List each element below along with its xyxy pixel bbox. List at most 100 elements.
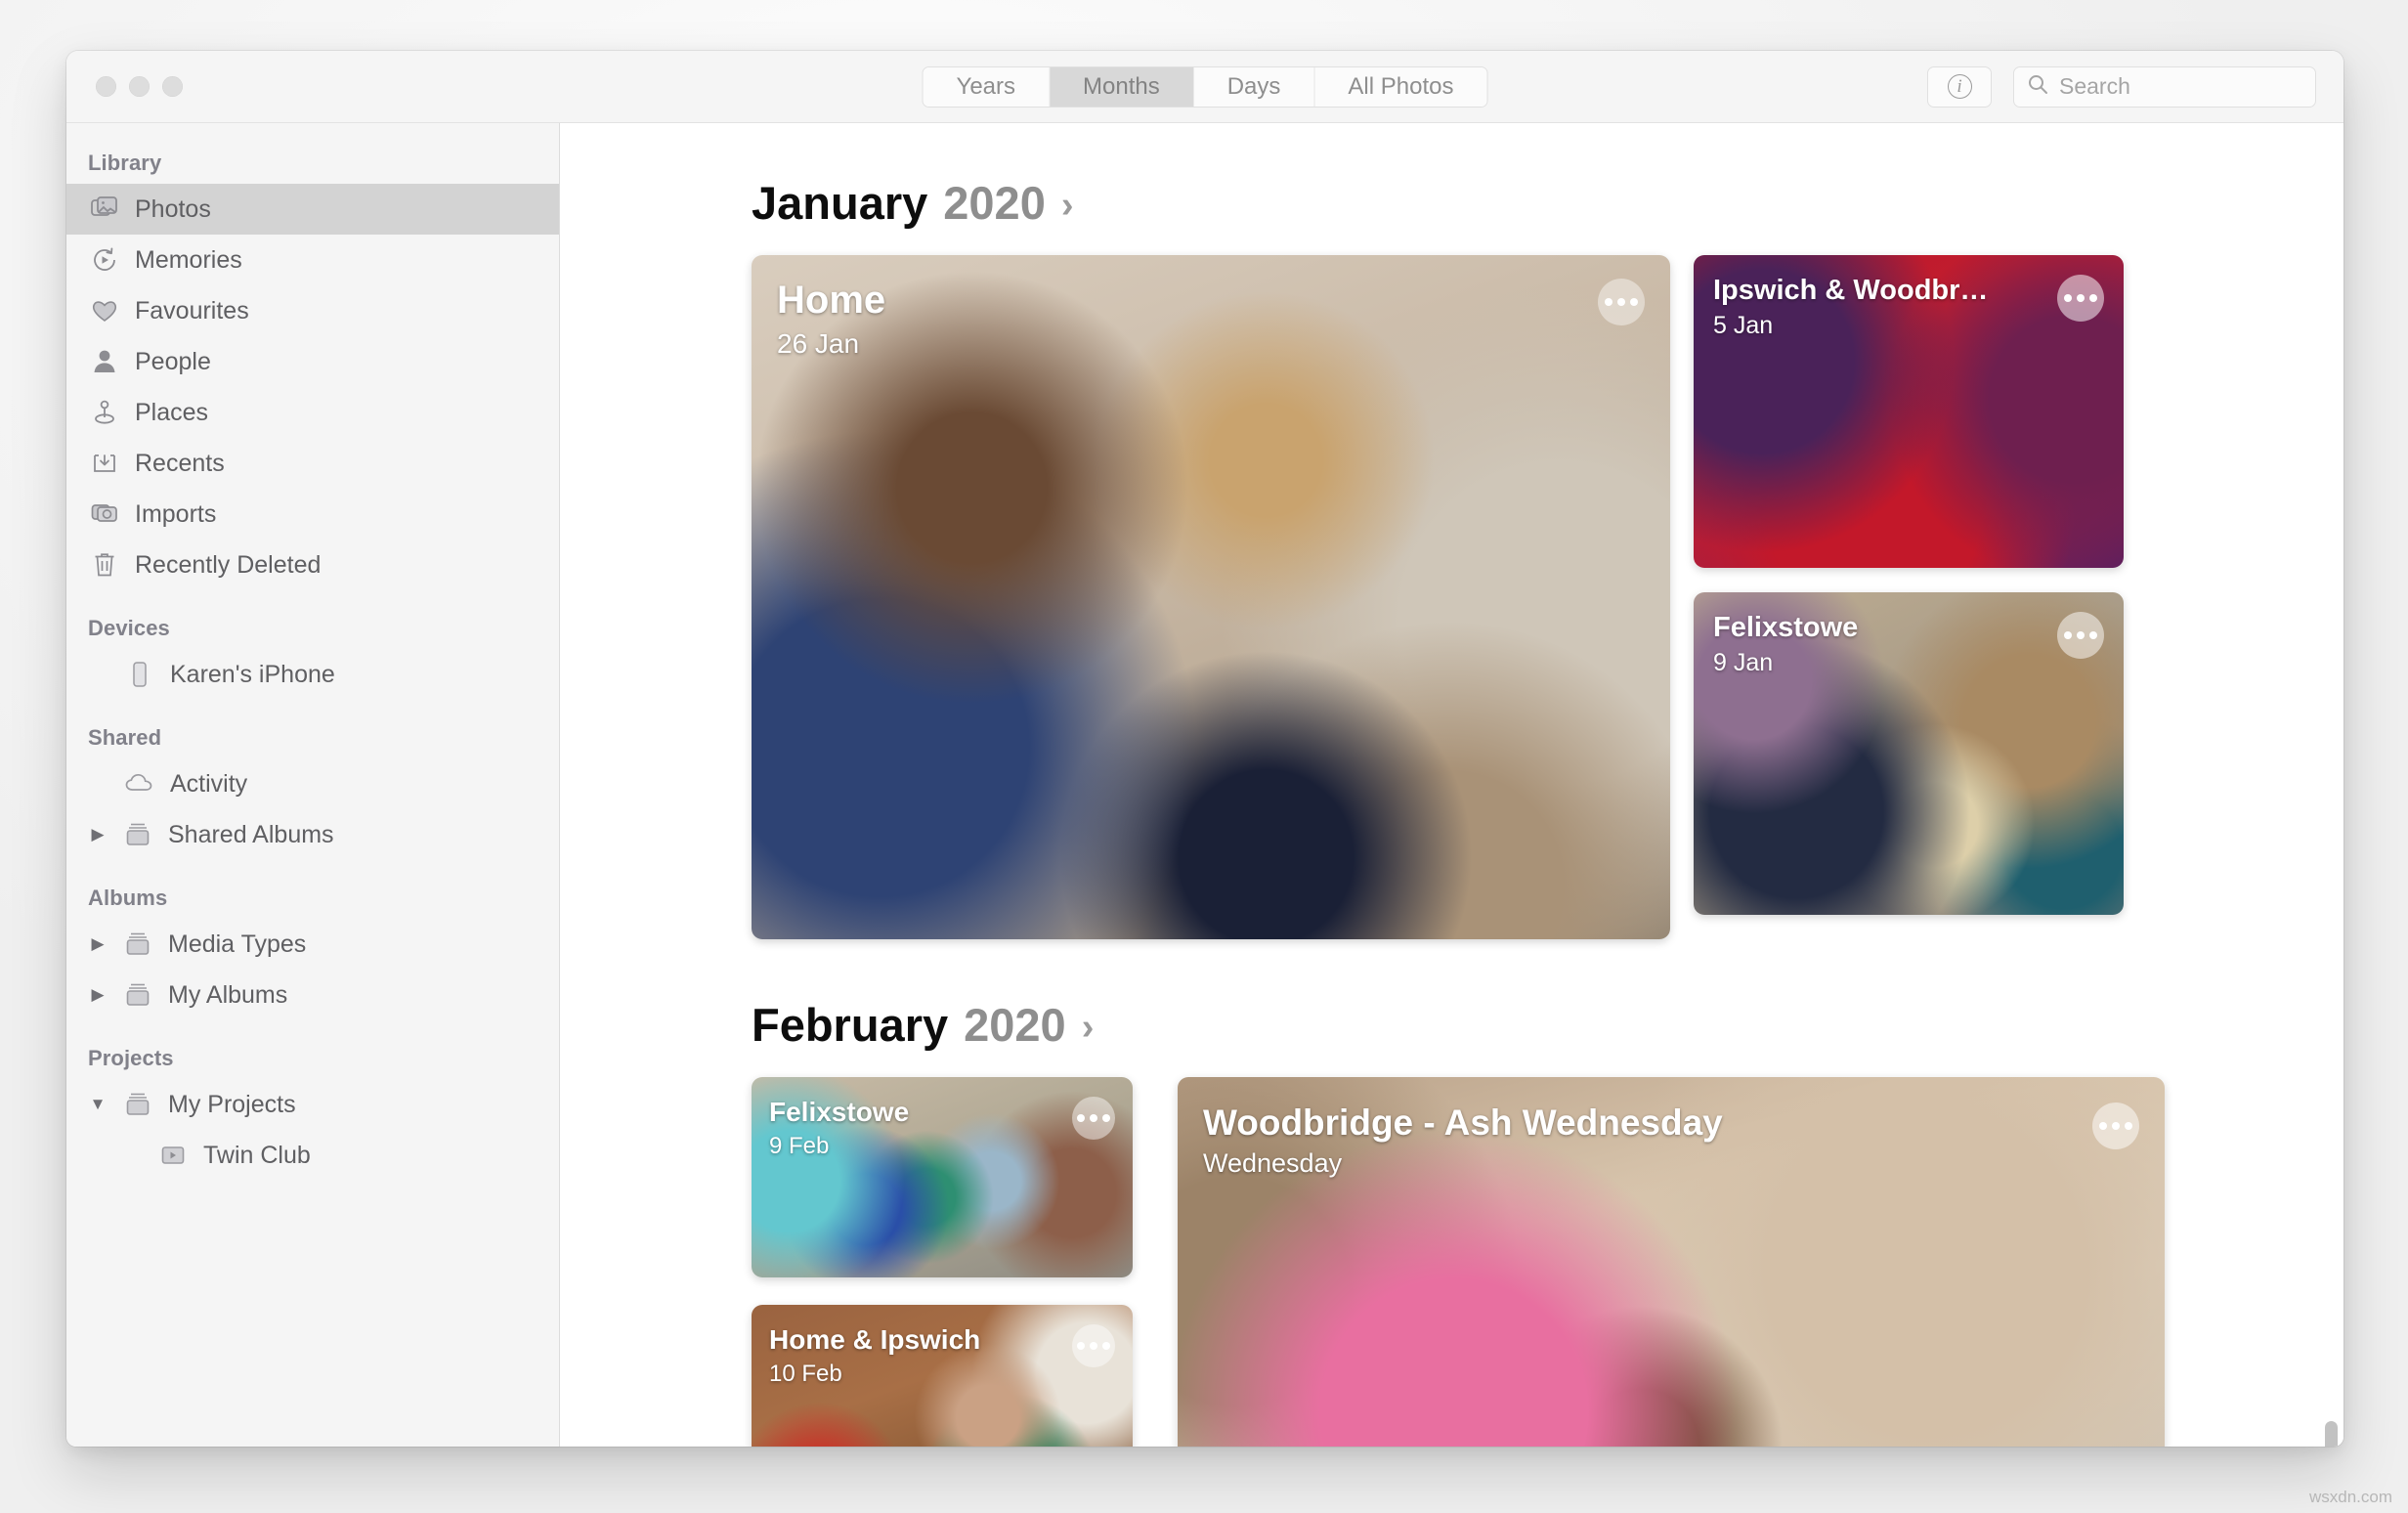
more-options-button[interactable] (2057, 275, 2104, 322)
sidebar-item-karens-iphone[interactable]: Karen's iPhone (66, 649, 559, 700)
sidebar-item-twin-club[interactable]: Twin Club (66, 1130, 559, 1181)
more-options-button[interactable] (1072, 1097, 1115, 1140)
card-titles: Felixstowe 9 Feb (769, 1097, 909, 1162)
tab-years[interactable]: Years (923, 66, 1051, 107)
photo-card-felixstowe-jan[interactable]: Felixstowe 9 Jan (1694, 592, 2124, 915)
photo-card-woodbridge-ash-wednesday[interactable]: Woodbridge - Ash Wednesday Wednesday (1178, 1077, 2165, 1447)
card-title: Home & Ipswich (769, 1324, 981, 1355)
dot-icon (2112, 1122, 2120, 1130)
sidebar-item-places[interactable]: Places (66, 387, 559, 438)
card-overlay: Home 26 Jan (752, 255, 1670, 385)
photo-card-ipswich-woodbridge[interactable]: Ipswich & Woodbr… 5 Jan (1694, 255, 2124, 568)
sidebar-item-label: My Albums (168, 980, 288, 1009)
window-body: Library Photos Memories Favourites Peopl… (66, 123, 2344, 1447)
close-button[interactable] (96, 76, 116, 97)
february-card-row: Felixstowe 9 Feb Home & Ipswich 10 Feb W… (560, 1077, 2344, 1447)
sidebar-item-imports[interactable]: Imports (66, 489, 559, 540)
card-overlay: Felixstowe 9 Feb (752, 1077, 1133, 1182)
sidebar-item-recents[interactable]: Recents (66, 438, 559, 489)
sidebar-group-projects: Projects (88, 1046, 174, 1070)
sidebar-item-media-types[interactable]: ▶ Media Types (66, 919, 559, 970)
album-stack-icon (121, 821, 154, 848)
memories-icon (88, 246, 121, 274)
sidebar-item-favourites[interactable]: Favourites (66, 285, 559, 336)
zoom-button[interactable] (162, 76, 183, 97)
card-overlay: Felixstowe 9 Jan (1694, 592, 2124, 699)
photo-card-felixstowe-feb[interactable]: Felixstowe 9 Feb (752, 1077, 1133, 1277)
photos-app-window: Years Months Days All Photos i Search Li… (66, 51, 2344, 1447)
vertical-scrollbar-track[interactable] (2314, 123, 2338, 1447)
heart-icon (88, 298, 121, 324)
tab-days[interactable]: Days (1193, 66, 1315, 107)
card-overlay: Woodbridge - Ash Wednesday Wednesday (1178, 1077, 2165, 1207)
card-subtitle: 9 Feb (769, 1133, 830, 1160)
vertical-scrollbar-thumb[interactable] (2325, 1421, 2338, 1447)
sidebar-item-label: Places (135, 398, 209, 426)
sidebar-item-my-albums[interactable]: ▶ My Albums (66, 970, 559, 1020)
month-year: 2020 (964, 999, 1066, 1051)
search-placeholder: Search (2059, 73, 2130, 99)
month-header-january[interactable]: January 2020 › (560, 123, 2344, 255)
card-title: Felixstowe (769, 1097, 910, 1127)
month-name: February (752, 999, 949, 1051)
dot-icon (2064, 294, 2072, 302)
sidebar-item-shared-albums[interactable]: ▶ Shared Albums (66, 809, 559, 860)
card-titles: Home & Ipswich 10 Feb (769, 1324, 980, 1390)
dot-icon (2089, 294, 2097, 302)
sidebar-item-photos[interactable]: Photos (66, 184, 559, 235)
sidebar-item-label: Recents (135, 449, 225, 477)
more-options-button[interactable] (2057, 612, 2104, 659)
person-icon (88, 348, 121, 375)
info-button[interactable]: i (1927, 65, 1992, 108)
month-header-february[interactable]: February 2020 › (560, 939, 2344, 1077)
sidebar-item-my-projects[interactable]: ▼ My Projects (66, 1079, 559, 1130)
chevron-right-icon[interactable]: › (1082, 1007, 1095, 1049)
trash-icon (88, 551, 121, 579)
dot-icon (1077, 1114, 1085, 1122)
sidebar-item-label: Memories (135, 245, 242, 274)
february-left-column: Felixstowe 9 Feb Home & Ipswich 10 Feb (752, 1077, 1133, 1447)
more-options-button[interactable] (2092, 1102, 2139, 1149)
card-title: Home (777, 279, 886, 322)
chevron-down-icon[interactable]: ▼ (88, 1095, 108, 1114)
chevron-right-icon[interactable]: ▶ (88, 934, 108, 954)
chevron-right-icon[interactable]: ▶ (88, 825, 108, 844)
info-icon: i (1947, 74, 1972, 99)
sidebar-item-memories[interactable]: Memories (66, 235, 559, 285)
dot-icon (1102, 1342, 1110, 1350)
pin-icon (88, 399, 121, 426)
chevron-right-icon[interactable]: ▶ (88, 985, 108, 1005)
sidebar-item-activity[interactable]: Activity (66, 758, 559, 809)
sidebar-item-label: Karen's iPhone (170, 660, 335, 688)
january-right-column: Ipswich & Woodbr… 5 Jan Felixstowe 9 Jan (1694, 255, 2124, 939)
sidebar-item-label: Imports (135, 499, 217, 528)
dot-icon (2089, 631, 2097, 639)
sidebar-item-label: People (135, 347, 211, 375)
photo-card-home[interactable]: Home 26 Jan (752, 255, 1670, 939)
tab-all-photos[interactable]: All Photos (1314, 66, 1487, 107)
search-field[interactable]: Search (2013, 65, 2316, 108)
minimize-button[interactable] (129, 76, 150, 97)
photo-card-home-ipswich[interactable]: Home & Ipswich 10 Feb (752, 1305, 1133, 1447)
card-subtitle: 5 Jan (1713, 312, 1774, 340)
sidebar-item-recently-deleted[interactable]: Recently Deleted (66, 540, 559, 590)
dot-icon (2125, 1122, 2132, 1130)
more-options-button[interactable] (1072, 1324, 1115, 1367)
sidebar-item-label: Shared Albums (168, 820, 334, 848)
photo-grid-scroll-area[interactable]: January 2020 › Home 26 Jan Ipswich & Woo… (560, 123, 2344, 1447)
album-stack-icon (121, 981, 154, 1009)
more-options-button[interactable] (1598, 279, 1645, 325)
tab-months[interactable]: Months (1050, 66, 1194, 107)
view-mode-segmented-control[interactable]: Years Months Days All Photos (922, 65, 1488, 108)
dot-icon (2077, 294, 2085, 302)
card-subtitle: 10 Feb (769, 1361, 842, 1388)
card-subtitle: 9 Jan (1713, 649, 1774, 677)
dot-icon (1077, 1342, 1085, 1350)
card-title: Woodbridge - Ash Wednesday (1203, 1102, 1723, 1143)
card-overlay: Ipswich & Woodbr… 5 Jan (1694, 255, 2124, 362)
sidebar-item-people[interactable]: People (66, 336, 559, 387)
chevron-right-icon[interactable]: › (1061, 185, 1074, 227)
download-tray-icon (88, 450, 121, 477)
desktop-background: Years Months Days All Photos i Search Li… (0, 0, 2408, 1513)
dot-icon (1090, 1114, 1097, 1122)
